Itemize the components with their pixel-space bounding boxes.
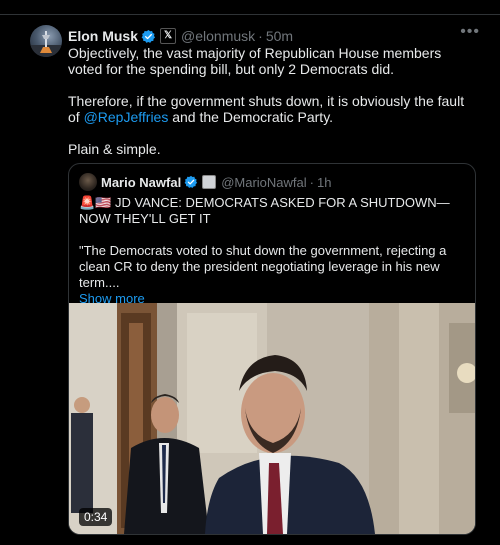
author-avatar[interactable] (30, 25, 62, 57)
quoted-headline: 🚨🇺🇸 JD VANCE: DEMOCRATS ASKED FOR A SHUT… (79, 195, 450, 226)
video-frame (69, 303, 475, 534)
quoted-author-avatar[interactable] (79, 173, 97, 191)
tweet-text: Objectively, the vast majority of Republ… (68, 45, 478, 157)
tweet-paragraph-1: Objectively, the vast majority of Republ… (68, 45, 442, 77)
more-dots-icon[interactable]: ••• (460, 23, 480, 41)
tweet-timestamp[interactable]: 50m (266, 28, 293, 44)
video-duration: 0:34 (79, 508, 113, 526)
x-affiliation-badge-icon[interactable]: 𝕏 (160, 28, 177, 44)
quoted-author-handle[interactable]: @MarioNawfal (221, 175, 306, 190)
quoted-separator-dot: · (309, 174, 314, 190)
author-name[interactable]: Elon Musk (68, 28, 138, 44)
mention-link[interactable]: @RepJeffries (84, 109, 169, 125)
tweet-paragraph-3: Plain & simple. (68, 141, 161, 157)
quoted-author-name[interactable]: Mario Nawfal (101, 175, 181, 190)
tweet-header: Elon Musk 𝕏 @elonmusk · 50m (68, 26, 293, 46)
quoted-verified-badge-icon (184, 175, 198, 189)
verified-badge-icon (141, 29, 156, 44)
quoted-affiliation-badge-icon[interactable] (202, 175, 217, 189)
quoted-tweet-header: Mario Nawfal @MarioNawfal · 1h (79, 173, 331, 191)
author-handle[interactable]: @elonmusk (181, 28, 255, 44)
tweet-paragraph-2: Therefore, if the government shuts down,… (68, 93, 478, 125)
quoted-tweet[interactable]: Mario Nawfal @MarioNawfal · 1h 🚨🇺🇸 JD VA… (68, 163, 476, 535)
tweet[interactable]: Elon Musk 𝕏 @elonmusk · 50m ••• Objectiv… (0, 15, 500, 545)
quoted-tweet-text: 🚨🇺🇸 JD VANCE: DEMOCRATS ASKED FOR A SHUT… (79, 195, 465, 307)
quoted-paragraph: "The Democrats voted to shut down the go… (79, 243, 447, 290)
video-player[interactable]: 0:34 (69, 303, 475, 534)
previous-tweet-actions-cutoff (0, 0, 500, 15)
tweet-actions-cutoff (0, 538, 500, 545)
tweet-paragraph-2-tail: and the Democratic Party. (172, 109, 334, 125)
quoted-timestamp[interactable]: 1h (317, 175, 331, 190)
separator-dot: · (258, 28, 263, 44)
background-man (71, 397, 93, 513)
